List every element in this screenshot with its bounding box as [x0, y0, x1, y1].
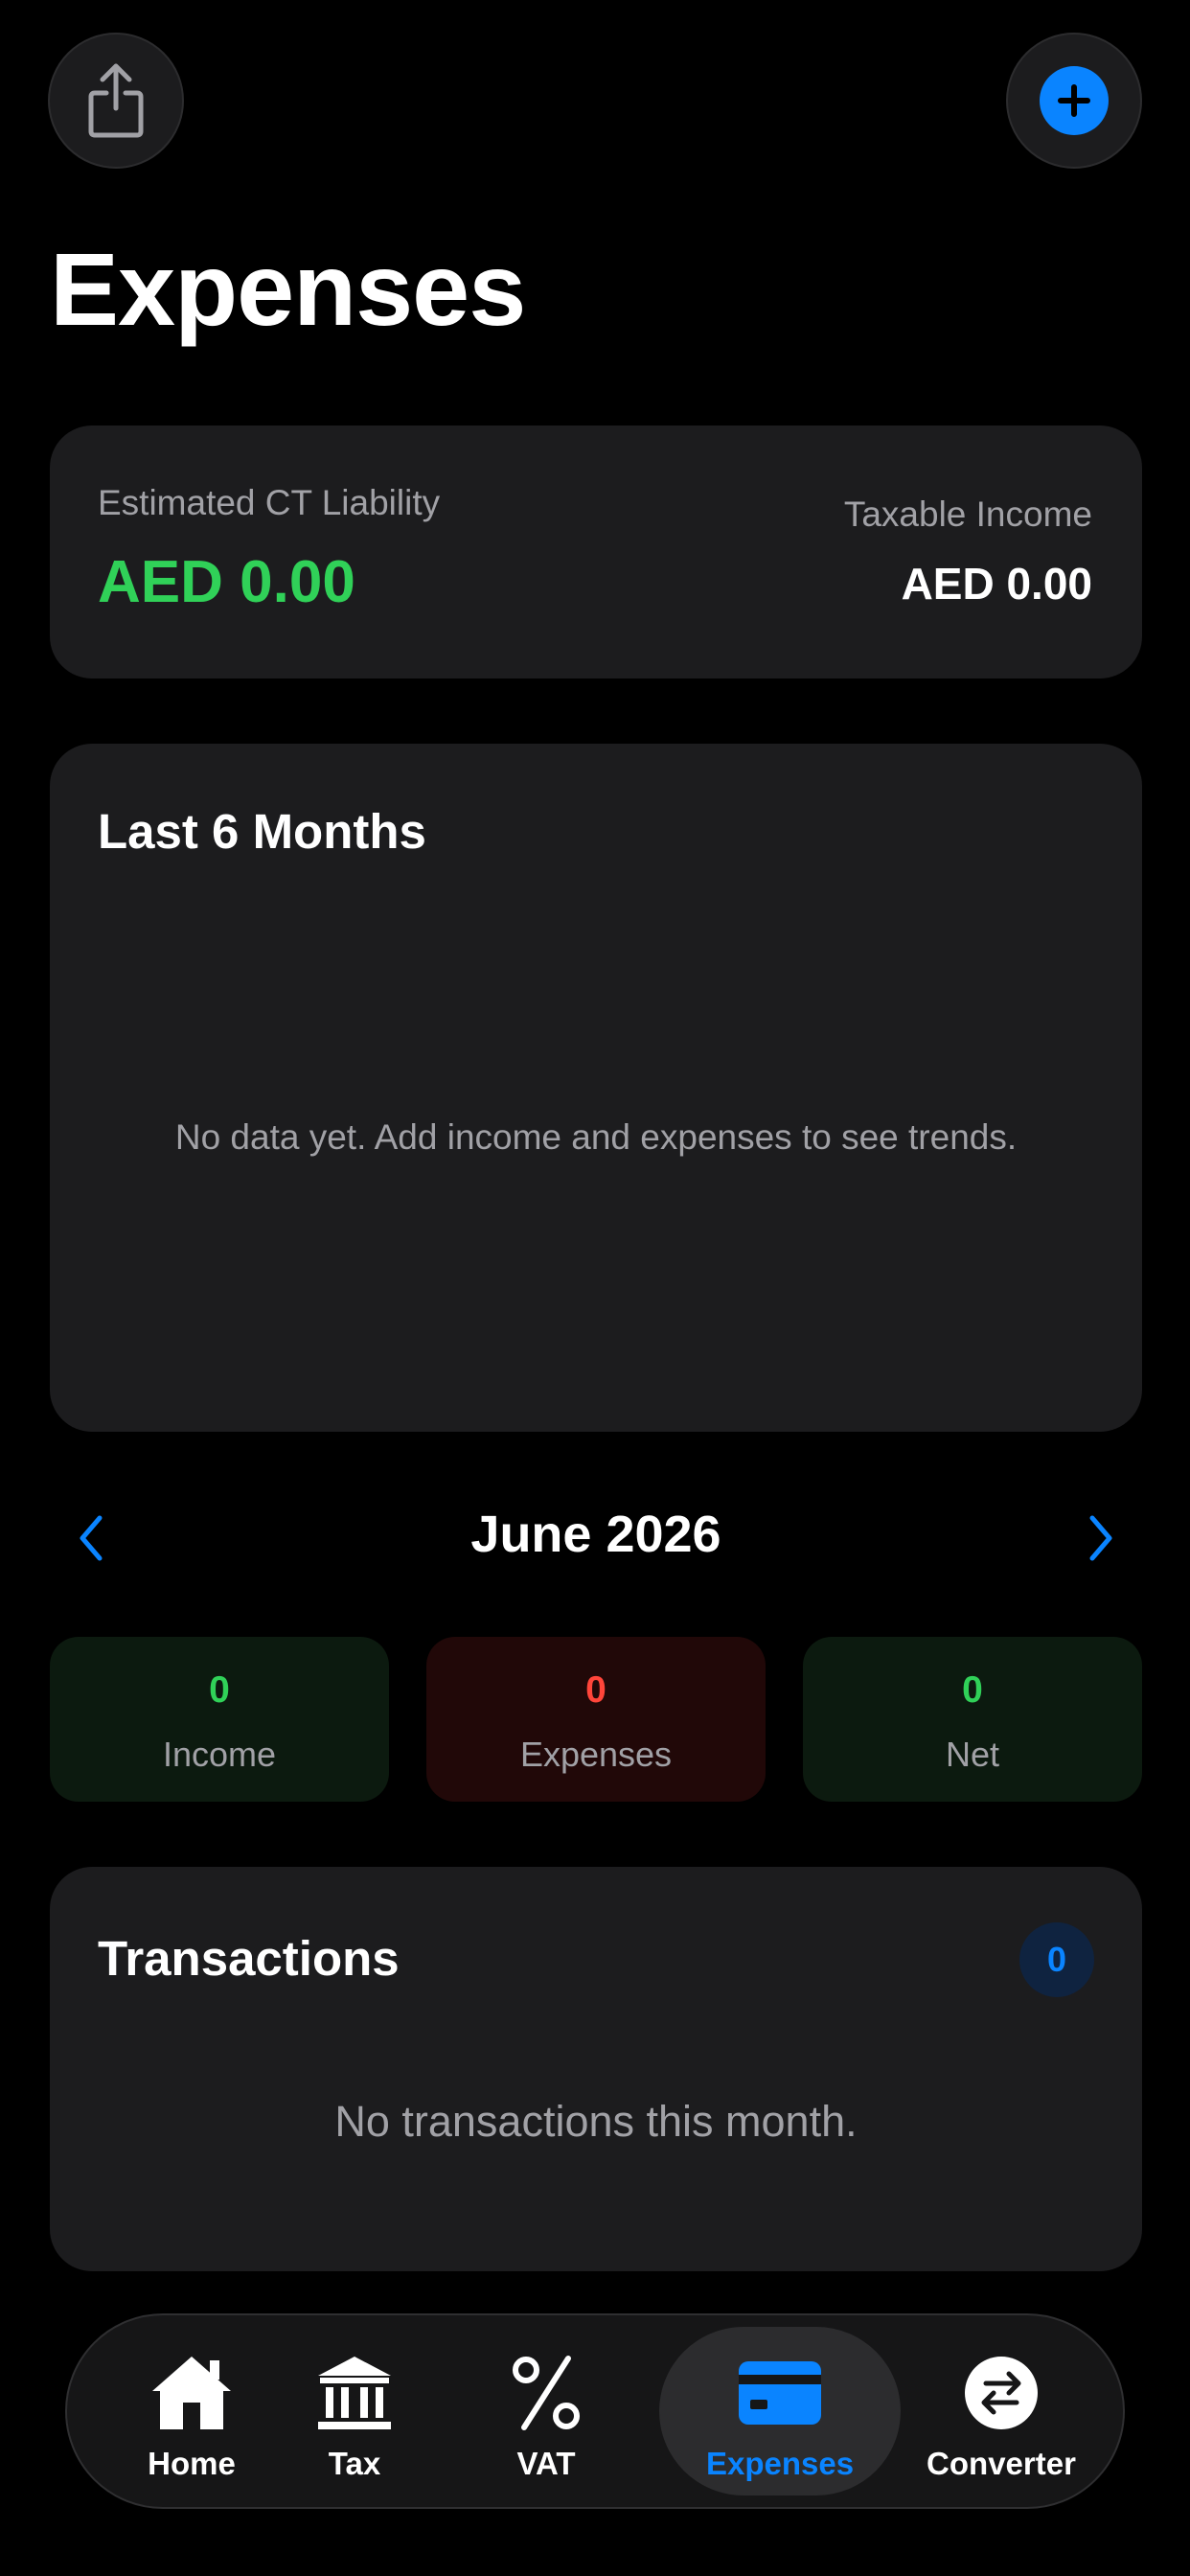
tab-expenses[interactable]: Expenses [659, 2327, 901, 2496]
net-value: 0 [962, 1669, 983, 1711]
transactions-count-badge: 0 [1019, 1922, 1094, 1997]
tab-vat-label: VAT [516, 2446, 576, 2481]
chart-empty-message: No data yet. Add income and expenses to … [174, 1117, 1018, 1157]
tab-converter-label: Converter [927, 2446, 1076, 2481]
add-button[interactable] [1006, 33, 1142, 169]
chevron-right-icon [1089, 1515, 1112, 1561]
next-month-button[interactable] [1069, 1506, 1133, 1570]
trend-chart-card: Last 6 Months No data yet. Add income an… [50, 744, 1142, 1432]
share-icon [88, 63, 144, 138]
net-stat: 0 Net [803, 1637, 1142, 1802]
share-button[interactable] [48, 33, 184, 169]
expenses-stat: 0 Expenses [426, 1637, 766, 1802]
tab-bar: Home Tax VAT Expenses Converter [65, 2313, 1125, 2509]
ct-liability-value: AED 0.00 [98, 549, 355, 615]
tab-vat[interactable]: VAT [469, 2327, 623, 2496]
tab-expenses-label: Expenses [705, 2446, 855, 2481]
tab-tax-label: Tax [328, 2446, 381, 2481]
tab-tax[interactable]: Tax [278, 2327, 431, 2496]
expenses-label: Expenses [519, 1735, 673, 1774]
income-value: 0 [209, 1669, 230, 1711]
taxable-income-value: AED 0.00 [901, 559, 1092, 609]
credit-card-icon [739, 2361, 821, 2425]
transactions-empty-message: No transactions this month. [334, 2097, 858, 2146]
income-label: Income [162, 1735, 277, 1774]
bank-icon [318, 2357, 391, 2429]
percent-icon [513, 2356, 580, 2430]
net-label: Net [945, 1735, 1000, 1774]
expenses-value: 0 [585, 1669, 606, 1711]
transactions-title: Transactions [98, 1931, 400, 1986]
chart-title: Last 6 Months [98, 804, 426, 859]
ct-liability-label: Estimated CT Liability [98, 483, 441, 522]
expenses-screen: Expenses Estimated CT Liability AED 0.00… [0, 0, 1190, 2576]
month-navigator: June 2026 [50, 1495, 1142, 1581]
current-month-label: June 2026 [470, 1506, 721, 1563]
house-icon [152, 2357, 231, 2429]
tab-home[interactable]: Home [105, 2327, 278, 2496]
tab-home-label: Home [148, 2446, 236, 2481]
summary-card: Estimated CT Liability AED 0.00 Taxable … [50, 426, 1142, 678]
page-title: Expenses [50, 231, 526, 347]
arrows-exchange-icon [965, 2357, 1038, 2429]
taxable-income-label: Taxable Income [843, 494, 1092, 534]
plus-icon [1040, 66, 1109, 135]
income-stat: 0 Income [50, 1637, 389, 1802]
transactions-card: Transactions 0 No transactions this mont… [50, 1867, 1142, 2271]
tab-converter[interactable]: Converter [901, 2327, 1102, 2496]
